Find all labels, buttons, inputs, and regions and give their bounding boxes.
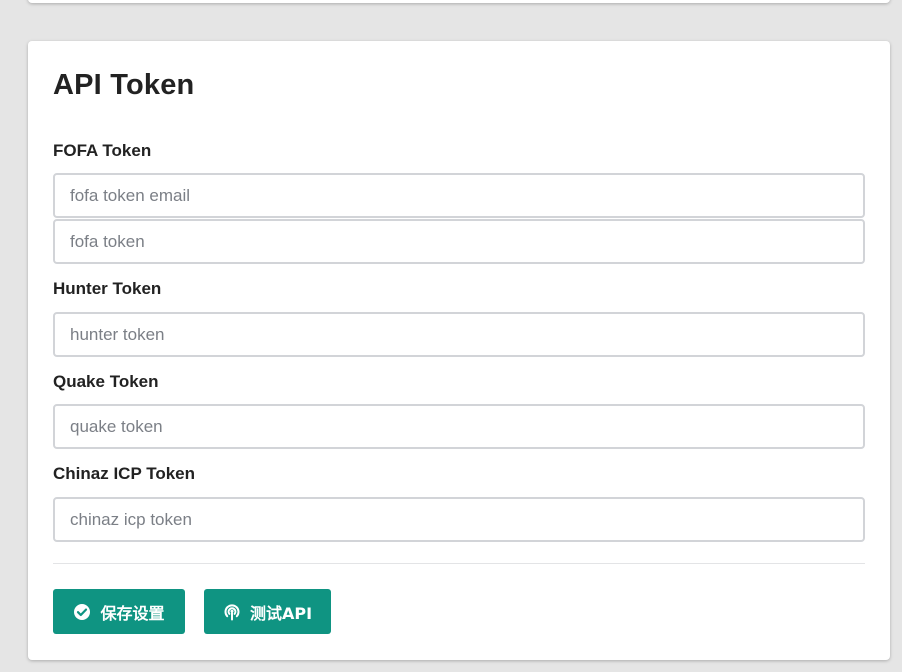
api-token-card: API Token FOFA Token Hunter Token Quake … <box>28 41 890 660</box>
test-api-button[interactable]: 测试API <box>204 589 331 634</box>
fofa-token-input[interactable] <box>53 219 865 264</box>
quake-token-label: Quake Token <box>53 372 159 391</box>
chinaz-icp-token-label: Chinaz ICP Token <box>53 464 196 483</box>
test-api-label: 测试API <box>249 603 313 623</box>
fofa-token-label: FOFA Token <box>53 141 152 160</box>
hunter-token-label: Hunter Token <box>53 279 162 298</box>
previous-card <box>28 0 890 3</box>
save-settings-label: 保存设置 <box>100 603 165 623</box>
quake-token-input[interactable] <box>53 404 865 449</box>
card-title: API Token <box>53 69 195 101</box>
save-settings-button[interactable]: 保存设置 <box>53 589 185 634</box>
broadcast-icon <box>223 603 241 621</box>
check-circle-icon <box>73 603 91 621</box>
chinaz-icp-token-input[interactable] <box>53 497 865 542</box>
fofa-email-input[interactable] <box>53 173 865 218</box>
divider <box>53 563 865 564</box>
hunter-token-input[interactable] <box>53 312 865 357</box>
